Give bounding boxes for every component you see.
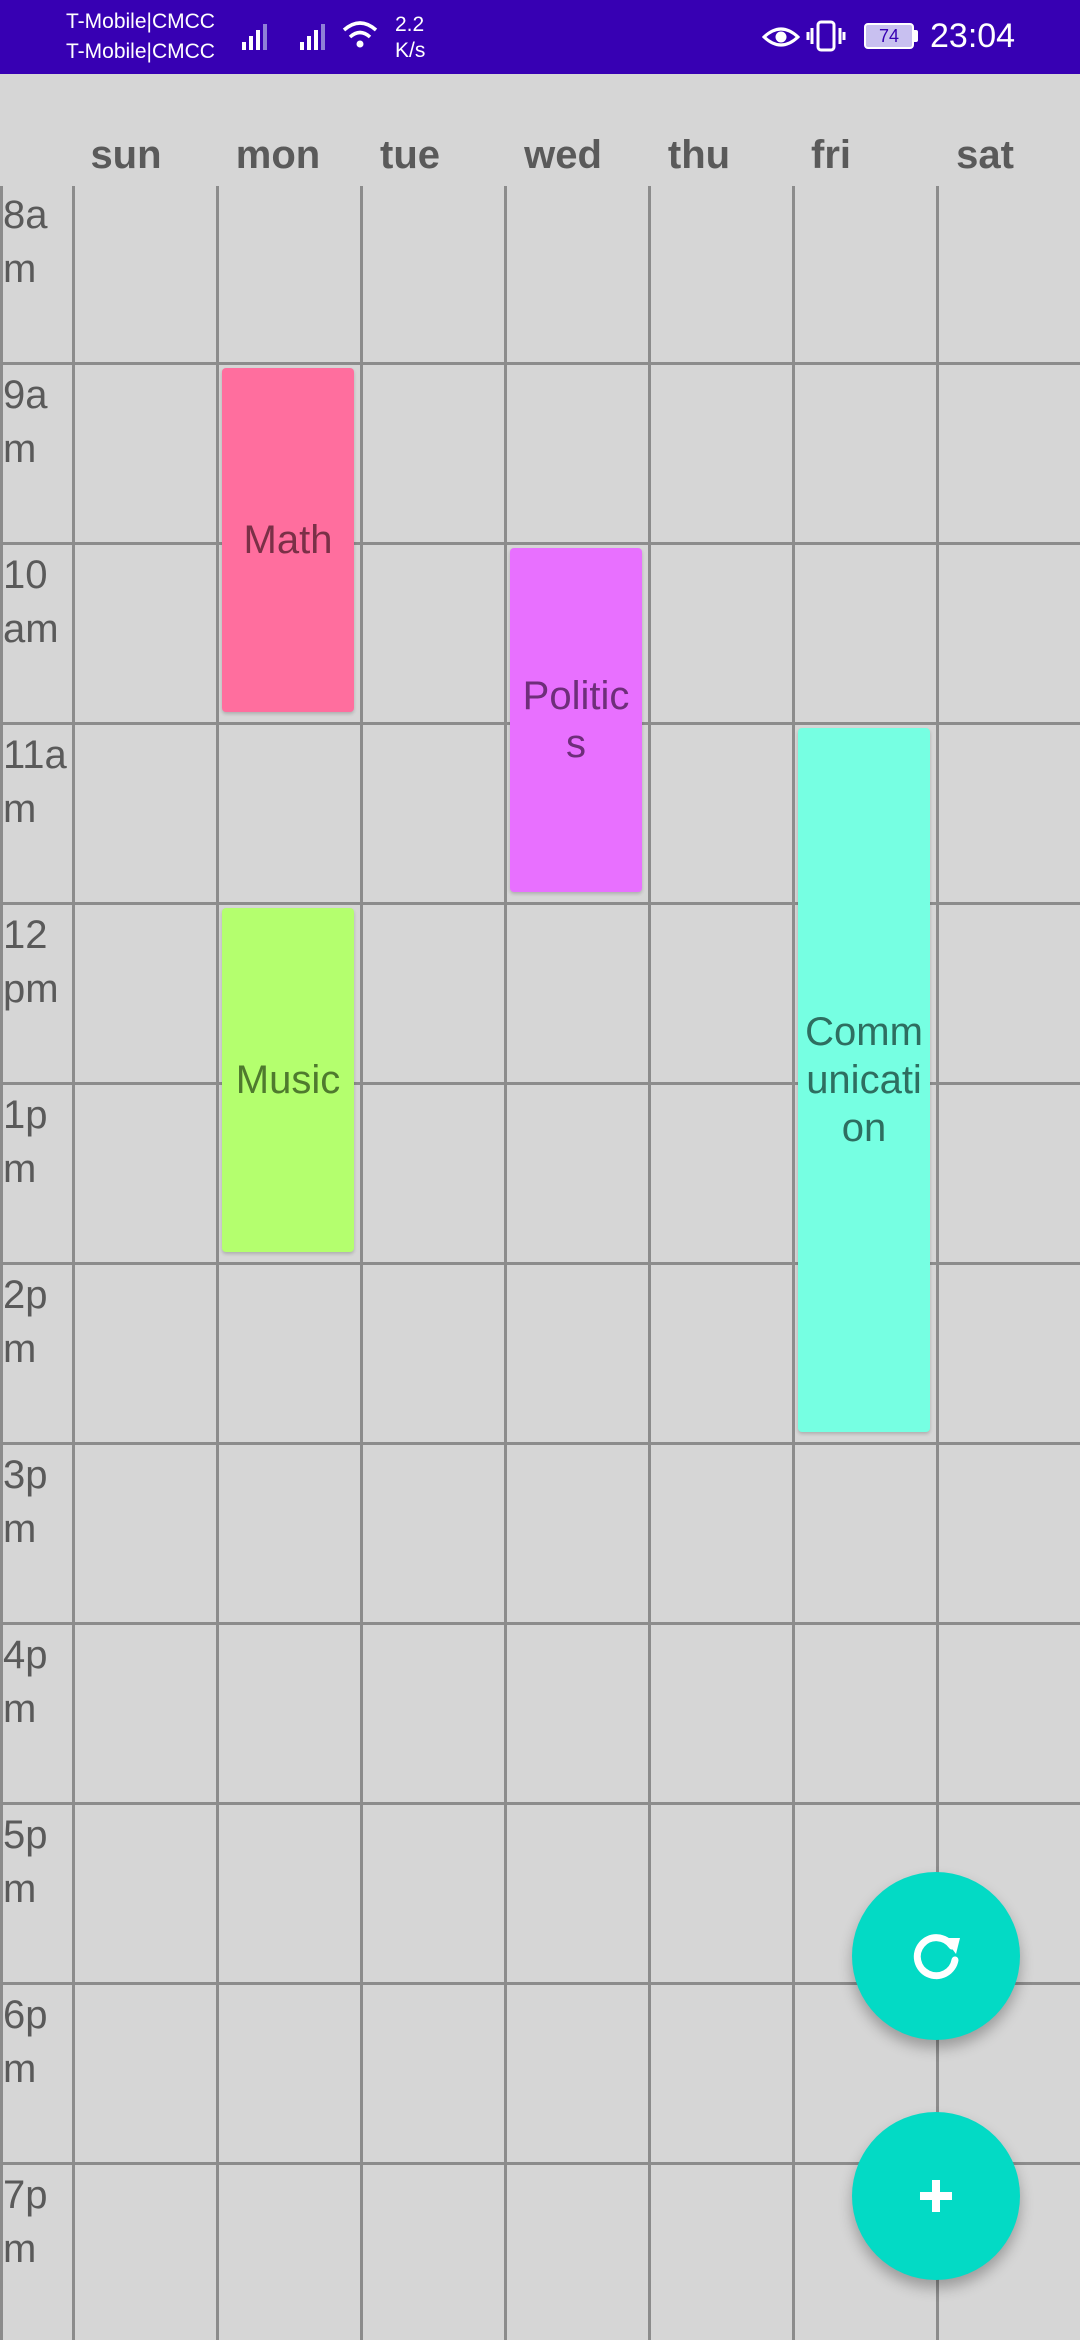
status-bar: T-Mobile|CMCC T-Mobile|CMCC 2.2 K/s 74 2… (0, 0, 1080, 74)
grid-line (0, 1622, 1080, 1625)
carrier-label-1: T-Mobile|CMCC (66, 10, 215, 33)
day-header-fri: fri (811, 133, 851, 177)
refresh-icon (913, 1934, 960, 1980)
time-label-11am: 11am (3, 733, 67, 831)
day-header-thu: thu (667, 133, 731, 177)
network-speed-unit: K/s (395, 39, 426, 62)
time-label-5pm: 5pm (3, 1813, 48, 1911)
grid-line (0, 1802, 1080, 1805)
signal-icon-2 (300, 24, 325, 50)
network-speed-value: 2.2 (395, 13, 425, 36)
network-speed: 2.2 K/s (395, 12, 425, 64)
carrier-label-2: T-Mobile|CMCC (66, 40, 215, 63)
clock: 23:04 (930, 17, 1016, 55)
time-label-8am: 8am (3, 193, 48, 291)
day-header-tue: tue (380, 133, 440, 177)
day-header-sat: sat (956, 133, 1014, 177)
signal-icon (242, 24, 267, 50)
eye-icon (762, 27, 800, 47)
wifi-icon (342, 21, 378, 48)
event-card-communication[interactable]: Communication (798, 728, 930, 1432)
grid-line (0, 362, 1080, 365)
event-card-politics[interactable]: Politics (510, 548, 642, 892)
add-button[interactable] (852, 2112, 1020, 2280)
plus-icon (920, 2180, 952, 2212)
day-header-mon: mon (235, 133, 321, 177)
day-header-wed: wed (524, 133, 602, 177)
event-card-music[interactable]: Music (222, 908, 354, 1252)
event-card-math[interactable]: Math (222, 368, 354, 712)
vibrate-icon (806, 20, 846, 52)
time-label-12pm: 12pm (3, 913, 59, 1011)
battery-icon: 74 (864, 23, 914, 49)
time-label-9am: 9am (3, 373, 48, 471)
refresh-button[interactable] (852, 1872, 1020, 2040)
time-label-1pm: 1pm (3, 1093, 48, 1191)
time-label-7pm: 7pm (3, 2173, 48, 2271)
time-label-10am: 10am (3, 553, 59, 651)
time-label-2pm: 2pm (3, 1273, 48, 1371)
grid-line (0, 1442, 1080, 1445)
day-header-sun: sun (90, 133, 162, 177)
time-label-3pm: 3pm (3, 1453, 48, 1551)
time-label-6pm: 6pm (3, 1993, 48, 2091)
grid-line (0, 542, 1080, 545)
battery-tip (914, 30, 918, 42)
time-label-4pm: 4pm (3, 1633, 48, 1731)
